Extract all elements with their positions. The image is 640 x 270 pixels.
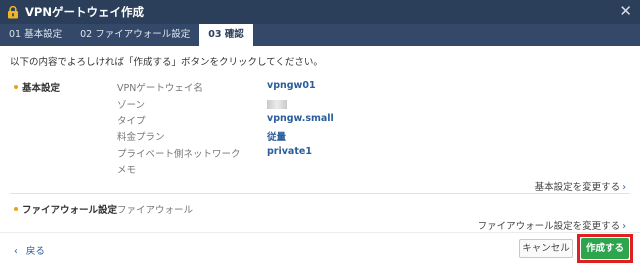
chevron-right-icon: › (622, 221, 626, 232)
change-firewall-label: ファイアウォール設定を変更する (477, 221, 621, 232)
section-basic-label: 基本設定 (22, 83, 61, 94)
change-firewall-settings-link[interactable]: ファイアウォール設定を変更する › (478, 218, 626, 232)
section-divider (10, 193, 630, 194)
step-tabs: 01 基本設定 02 ファイアウォール設定 03 確認 (0, 24, 640, 46)
bullet-dot-icon (14, 207, 18, 211)
cancel-button[interactable]: キャンセル (519, 239, 573, 258)
value-zone-redacted (267, 100, 287, 109)
key-zone: ゾーン (117, 100, 146, 111)
key-firewall: ファイアウォール (117, 205, 194, 216)
chevron-right-icon: › (622, 182, 626, 193)
vpn-gateway-icon (6, 5, 20, 19)
section-firewall-settings: ファイアウォール設定 (14, 202, 117, 216)
tab-confirm[interactable]: 03 確認 (199, 24, 253, 46)
dialog-title: VPNゲートウェイ作成 (25, 5, 144, 19)
tab-firewall-settings[interactable]: 02 ファイアウォール設定 (71, 24, 199, 46)
key-gateway-name: VPNゲートウェイ名 (117, 83, 203, 94)
key-memo: メモ (117, 165, 137, 176)
key-private-network: プライベート側ネットワーク (117, 149, 241, 160)
footer-divider (0, 232, 640, 233)
title-bar: VPNゲートウェイ作成 ✕ (0, 0, 640, 24)
value-private-network: private1 (267, 146, 312, 157)
tab-basic-settings[interactable]: 01 基本設定 (0, 24, 71, 46)
back-label: 戻る (25, 246, 45, 257)
instruction-text: 以下の内容でよろしければ「作成する」ボタンをクリックしてください。 (10, 57, 323, 68)
section-firewall-label: ファイアウォール設定 (22, 205, 118, 216)
bullet-dot-icon (14, 85, 18, 89)
key-plan: 料金プラン (117, 132, 165, 143)
value-gateway-name: vpngw01 (267, 80, 316, 91)
change-basic-label: 基本設定を変更する (534, 182, 621, 193)
key-type: タイプ (117, 116, 146, 127)
value-type: vpngw.small (267, 113, 334, 124)
close-icon[interactable]: ✕ (619, 3, 632, 20)
section-basic-settings: 基本設定 (14, 80, 60, 94)
value-plan: 従量 (267, 132, 287, 143)
create-button[interactable]: 作成する (581, 238, 629, 259)
back-link[interactable]: ‹ 戻る (14, 243, 45, 257)
chevron-left-icon: ‹ (14, 246, 18, 257)
change-basic-settings-link[interactable]: 基本設定を変更する › (535, 179, 626, 193)
